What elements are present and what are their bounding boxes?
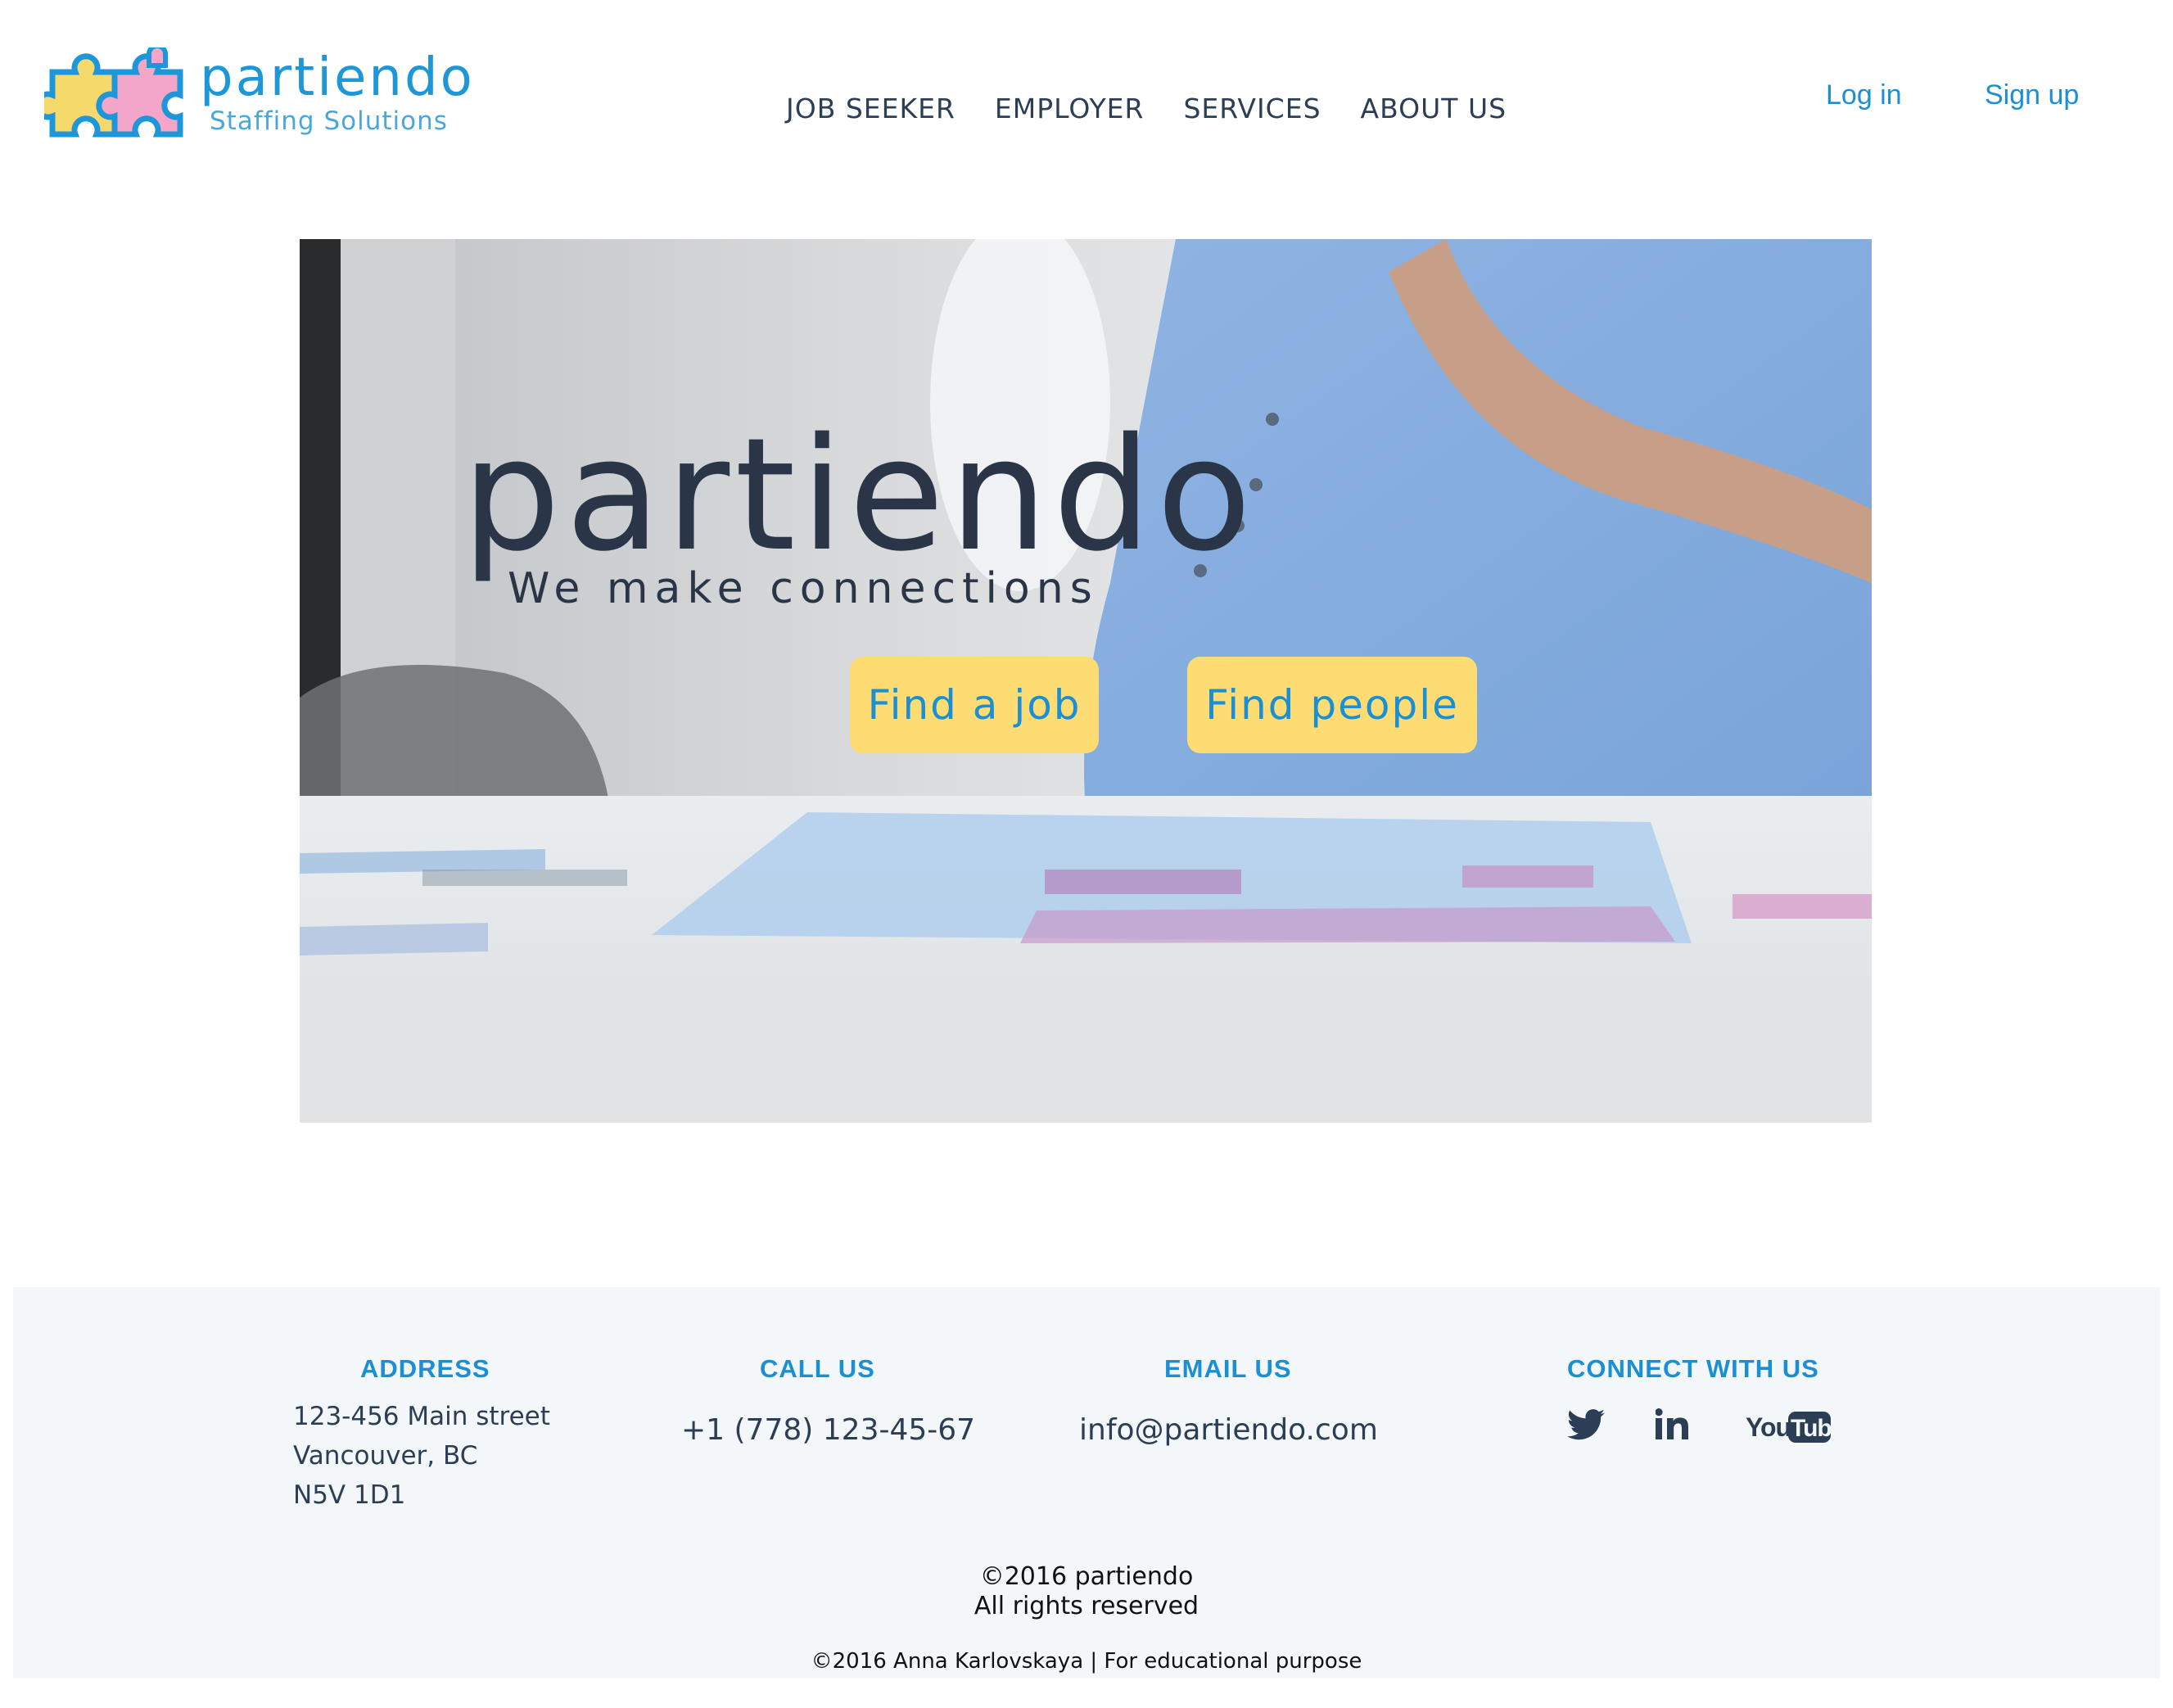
- login-link[interactable]: Log in: [1826, 77, 1902, 113]
- call-heading: CALL US: [760, 1354, 875, 1383]
- hero-banner: partiendo We make connections Find a job…: [300, 239, 1872, 1123]
- copyright-line: All rights reserved: [974, 1592, 1199, 1620]
- signup-link[interactable]: Sign up: [1985, 77, 2079, 113]
- youtube-icon[interactable]: You Tube: [1746, 1408, 1845, 1449]
- main-nav: JOB SEEKER EMPLOYER SERVICES ABOUT US: [786, 90, 1507, 131]
- credit-line: ©2016 Anna Karlovskaya | For educational…: [811, 1649, 1362, 1674]
- site-footer: ADDRESS 123-456 Main street Vancouver, B…: [13, 1287, 2160, 1679]
- hero-subtitle: We make connections: [508, 564, 1099, 613]
- site-logo[interactable]: partiendo Staffing Solutions: [44, 47, 472, 146]
- twitter-icon[interactable]: [1567, 1408, 1605, 1449]
- nav-job-seeker[interactable]: JOB SEEKER: [786, 90, 955, 131]
- svg-text:Tube: Tube: [1791, 1415, 1831, 1442]
- nav-employer[interactable]: EMPLOYER: [995, 90, 1145, 131]
- find-job-button[interactable]: Find a job: [850, 657, 1099, 753]
- logo-tagline: Staffing Solutions: [210, 106, 448, 136]
- address-block: 123-456 Main street Vancouver, BC N5V 1D…: [293, 1397, 550, 1515]
- address-line: N5V 1D1: [293, 1480, 406, 1510]
- linkedin-icon[interactable]: [1655, 1408, 1690, 1449]
- nav-services[interactable]: SERVICES: [1183, 90, 1321, 131]
- address-line: 123-456 Main street: [293, 1402, 550, 1431]
- logo-name: partiendo: [200, 47, 475, 108]
- email-address[interactable]: info@partiendo.com: [1079, 1410, 1378, 1451]
- copyright-notice: ©2016 partiendo All rights reserved: [13, 1562, 2160, 1621]
- email-heading: EMAIL US: [1164, 1354, 1292, 1383]
- svg-text:You: You: [1746, 1412, 1791, 1442]
- nav-about-us[interactable]: ABOUT US: [1361, 90, 1507, 131]
- connect-heading: CONNECT WITH US: [1567, 1354, 1819, 1383]
- puzzle-pieces-icon: [44, 47, 183, 138]
- copyright-line: ©2016 partiendo: [979, 1562, 1194, 1591]
- address-heading: ADDRESS: [360, 1354, 490, 1383]
- find-people-button[interactable]: Find people: [1187, 657, 1477, 753]
- phone-number[interactable]: +1 (778) 123-45-67: [681, 1410, 975, 1451]
- address-line: Vancouver, BC: [293, 1441, 478, 1471]
